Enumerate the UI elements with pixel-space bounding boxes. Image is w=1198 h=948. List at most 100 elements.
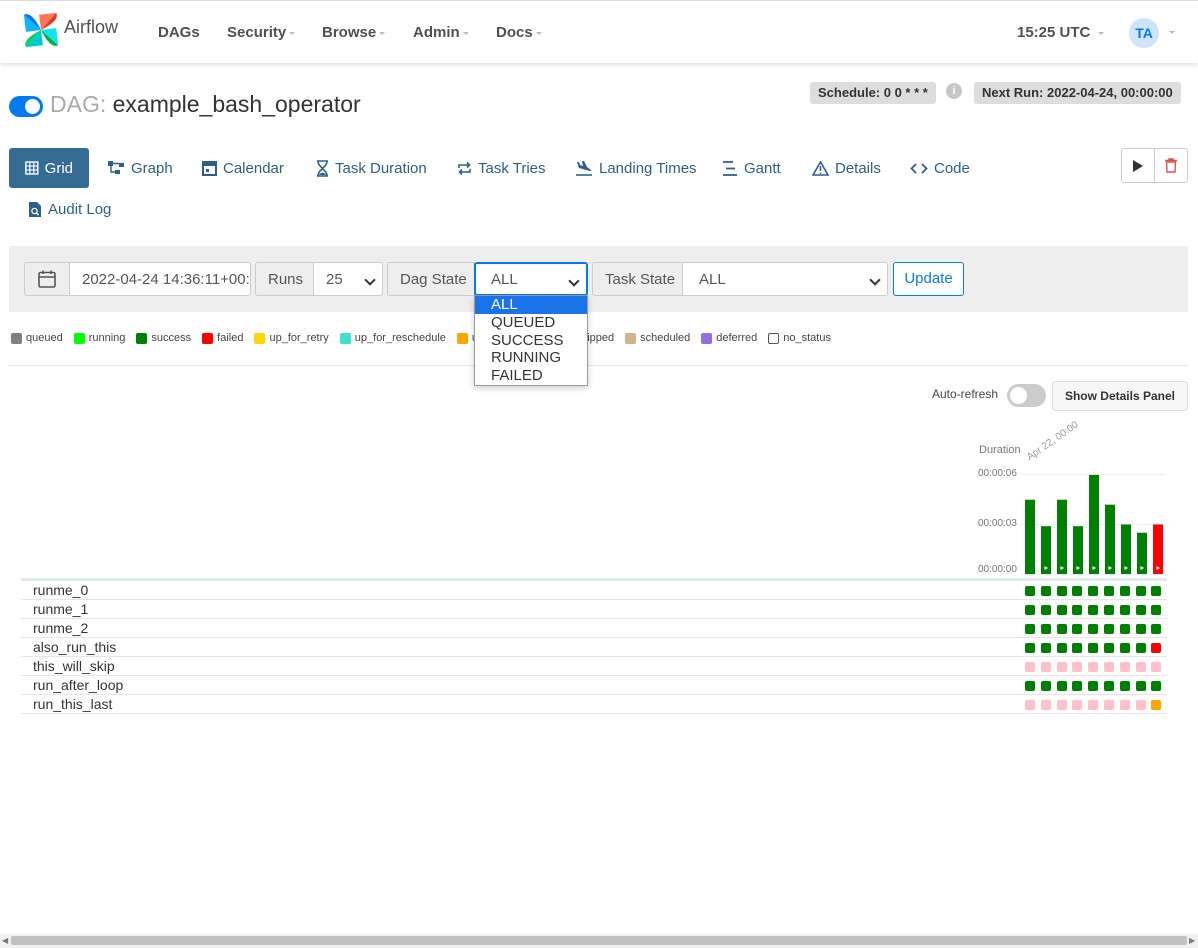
task-row[interactable]: this_will_skip xyxy=(21,657,1167,676)
dag-pause-toggle[interactable] xyxy=(9,96,43,117)
task-instance-cell[interactable] xyxy=(1072,700,1083,710)
date-picker-button[interactable] xyxy=(24,262,70,296)
task-instance-cell[interactable] xyxy=(1040,643,1051,653)
task-instance-cell[interactable] xyxy=(1103,605,1114,615)
tab-details[interactable]: Details xyxy=(796,148,881,188)
task-instance-cell[interactable] xyxy=(1072,643,1083,653)
task-name[interactable]: run_after_loop xyxy=(33,677,123,693)
task-instance-cell[interactable] xyxy=(1103,700,1114,710)
duration-bar[interactable] xyxy=(1025,499,1035,574)
user-avatar[interactable]: TA xyxy=(1129,18,1159,48)
task-instance-cell[interactable] xyxy=(1040,605,1051,615)
duration-bar[interactable] xyxy=(1153,524,1163,574)
nav-security[interactable]: Security xyxy=(227,24,296,41)
task-instance-cell[interactable] xyxy=(1040,624,1051,634)
info-icon[interactable]: i xyxy=(946,83,962,99)
task-instance-cell[interactable] xyxy=(1056,643,1067,653)
tab-grid[interactable]: Grid xyxy=(9,148,89,188)
task-instance-cell[interactable] xyxy=(1072,586,1083,596)
task-instance-cell[interactable] xyxy=(1056,662,1067,672)
task-name[interactable]: this_will_skip xyxy=(33,658,115,674)
tab-code[interactable]: Code xyxy=(894,148,970,188)
tab-calendar[interactable]: Calendar xyxy=(186,148,284,188)
tab-task-duration[interactable]: Task Duration xyxy=(300,148,427,188)
execution-date-input[interactable]: 2022-04-24 14:36:11+00:00 xyxy=(69,262,251,296)
task-instance-cell[interactable] xyxy=(1025,624,1035,634)
task-instance-cell[interactable] xyxy=(1135,624,1146,634)
task-instance-cell[interactable] xyxy=(1056,605,1067,615)
task-instance-cell[interactable] xyxy=(1072,662,1083,672)
duration-bar[interactable] xyxy=(1073,526,1083,574)
task-instance-cell[interactable] xyxy=(1119,586,1130,596)
task-instance-cell[interactable] xyxy=(1151,662,1162,672)
task-instance-cell[interactable] xyxy=(1088,586,1099,596)
task-row[interactable]: run_after_loop xyxy=(21,676,1167,695)
task-instance-cell[interactable] xyxy=(1056,700,1067,710)
scroll-left-arrow-icon[interactable]: ◀ xyxy=(2,936,8,945)
nav-dags[interactable]: DAGs xyxy=(158,24,200,41)
task-instance-cell[interactable] xyxy=(1119,643,1130,653)
runs-select[interactable]: 25 xyxy=(313,262,383,296)
scrollbar-thumb[interactable] xyxy=(11,936,1187,945)
task-instance-cell[interactable] xyxy=(1135,700,1146,710)
task-instance-cell[interactable] xyxy=(1119,624,1130,634)
duration-bar[interactable] xyxy=(1041,526,1051,574)
tab-graph[interactable]: Graph xyxy=(92,148,173,188)
task-name[interactable]: runme_0 xyxy=(33,582,88,598)
task-instance-cell[interactable] xyxy=(1151,586,1162,596)
task-instance-cell[interactable] xyxy=(1088,700,1099,710)
task-instance-cell[interactable] xyxy=(1103,624,1114,634)
task-name[interactable]: also_run_this xyxy=(33,639,116,655)
task-name[interactable]: run_this_last xyxy=(33,696,112,712)
task-row[interactable]: runme_1 xyxy=(21,600,1167,619)
task-instance-cell[interactable] xyxy=(1151,681,1162,691)
dag-state-option[interactable]: ALL xyxy=(475,296,587,314)
task-instance-cell[interactable] xyxy=(1135,681,1146,691)
tab-gantt[interactable]: Gantt xyxy=(706,148,781,188)
task-instance-cell[interactable] xyxy=(1088,643,1099,653)
task-instance-cell[interactable] xyxy=(1119,605,1130,615)
task-instance-cell[interactable] xyxy=(1103,643,1114,653)
duration-bar[interactable] xyxy=(1057,499,1067,574)
task-instance-cell[interactable] xyxy=(1119,700,1130,710)
task-instance-cell[interactable] xyxy=(1103,681,1114,691)
show-details-panel-button[interactable]: Show Details Panel xyxy=(1052,381,1188,411)
update-button[interactable]: Update xyxy=(893,262,964,296)
task-instance-cell[interactable] xyxy=(1056,624,1067,634)
nav-admin[interactable]: Admin xyxy=(413,24,469,41)
task-instance-cell[interactable] xyxy=(1072,624,1083,634)
clock-menu[interactable]: 15:25 UTC xyxy=(1017,24,1105,41)
task-row[interactable]: runme_2 xyxy=(21,619,1167,638)
delete-dag-button[interactable] xyxy=(1154,149,1187,182)
task-instance-cell[interactable] xyxy=(1072,605,1083,615)
task-instance-cell[interactable] xyxy=(1135,586,1146,596)
task-instance-cell[interactable] xyxy=(1025,681,1035,691)
duration-bar[interactable] xyxy=(1121,524,1131,574)
dag-state-option[interactable]: SUCCESS xyxy=(475,332,587,350)
dag-state-select[interactable]: ALL xyxy=(474,262,588,296)
task-instance-cell[interactable] xyxy=(1135,605,1146,615)
task-name[interactable]: runme_1 xyxy=(33,601,88,617)
task-state-select[interactable]: ALL xyxy=(682,262,888,296)
duration-bar[interactable] xyxy=(1089,474,1099,574)
dag-id[interactable]: example_bash_operator xyxy=(113,91,361,117)
task-row[interactable]: runme_0 xyxy=(21,581,1167,600)
task-instance-cell[interactable] xyxy=(1135,662,1146,672)
scroll-right-arrow-icon[interactable]: ▶ xyxy=(1189,936,1195,945)
nav-docs[interactable]: Docs xyxy=(496,24,542,41)
task-instance-cell[interactable] xyxy=(1151,624,1162,634)
task-instance-cell[interactable] xyxy=(1040,681,1051,691)
task-instance-cell[interactable] xyxy=(1088,605,1099,615)
task-row[interactable]: run_this_last xyxy=(21,695,1167,714)
task-instance-cell[interactable] xyxy=(1040,662,1051,672)
task-instance-cell[interactable] xyxy=(1025,662,1035,672)
task-instance-cell[interactable] xyxy=(1040,700,1051,710)
task-instance-cell[interactable] xyxy=(1088,624,1099,634)
dag-state-option[interactable]: QUEUED xyxy=(475,314,587,332)
task-instance-cell[interactable] xyxy=(1151,643,1162,653)
tab-landing-times[interactable]: Landing Times xyxy=(559,148,697,188)
nav-browse[interactable]: Browse xyxy=(322,24,386,41)
task-instance-cell[interactable] xyxy=(1135,643,1146,653)
task-instance-cell[interactable] xyxy=(1103,662,1114,672)
task-instance-cell[interactable] xyxy=(1025,643,1035,653)
